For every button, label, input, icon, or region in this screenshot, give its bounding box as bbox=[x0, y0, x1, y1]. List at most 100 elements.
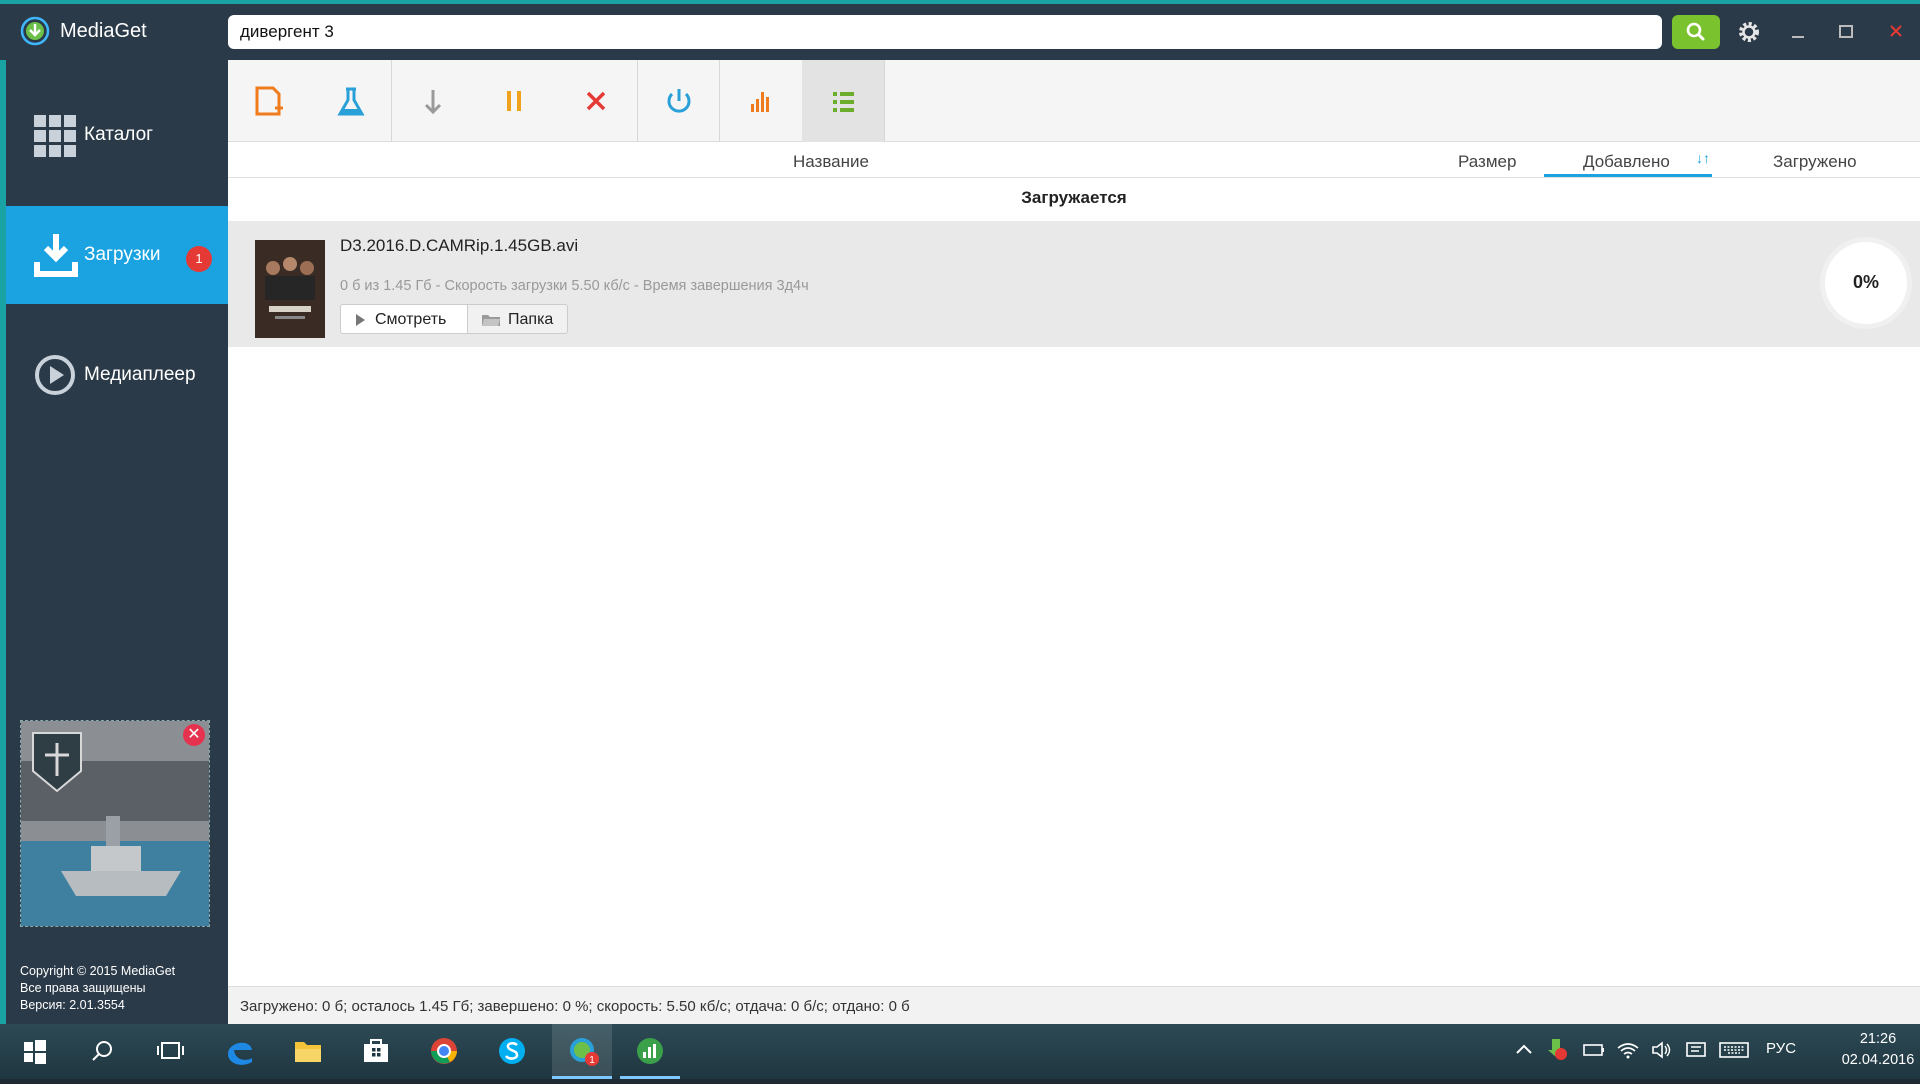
download-icon bbox=[34, 234, 78, 277]
store-icon bbox=[364, 1039, 388, 1062]
arrow-down-icon bbox=[424, 90, 442, 115]
taskbar-chrome[interactable] bbox=[414, 1024, 474, 1079]
sidebar-item-mediaplayer[interactable]: Медиаплеер bbox=[6, 326, 228, 424]
column-added[interactable]: Добавлено bbox=[1583, 152, 1670, 172]
maximize-button[interactable] bbox=[1826, 15, 1866, 49]
taskbar-store[interactable] bbox=[346, 1024, 406, 1079]
status-bar-text: Загружено: 0 б; осталось 1.45 Гб; заверш… bbox=[240, 998, 910, 1015]
minimize-icon bbox=[1792, 36, 1804, 38]
warship-ad-image bbox=[21, 721, 209, 926]
close-ad-button[interactable]: ✕ bbox=[183, 724, 205, 746]
edge-browser-icon bbox=[228, 1042, 252, 1065]
close-icon bbox=[1890, 25, 1902, 37]
app-title: MediaGet bbox=[60, 20, 147, 42]
column-loaded[interactable]: Загружено bbox=[1773, 152, 1857, 172]
copyright-info: Copyright © 2015 MediaGet Все права защи… bbox=[20, 963, 175, 1014]
rights-line: Все права защищены bbox=[20, 981, 146, 995]
list-view-button[interactable] bbox=[802, 60, 884, 142]
start-download-button[interactable] bbox=[392, 60, 474, 142]
mediaget-logo-icon bbox=[20, 16, 50, 46]
volume-icon[interactable] bbox=[1650, 1040, 1674, 1060]
list-icon bbox=[833, 92, 854, 112]
battery-icon[interactable] bbox=[1582, 1040, 1606, 1060]
taskbar-badge: 1 bbox=[589, 1055, 595, 1066]
pause-button[interactable] bbox=[473, 60, 555, 142]
maximize-icon bbox=[1839, 25, 1853, 38]
sidebar-item-label: Медиаплеер bbox=[84, 364, 196, 385]
watch-button-label: Смотреть bbox=[375, 311, 447, 328]
taskbar-search-button[interactable] bbox=[72, 1024, 132, 1079]
input-language[interactable]: РУС bbox=[1766, 1040, 1796, 1057]
column-header: Название Размер Добавлено ↓↑ Загружено bbox=[228, 142, 1920, 178]
watch-button[interactable]: Смотреть bbox=[340, 304, 468, 334]
skype-icon bbox=[499, 1038, 525, 1064]
version-line: Версия: 2.01.3554 bbox=[20, 998, 125, 1012]
progress-percent: 0% bbox=[1852, 272, 1879, 292]
download-file-name: D3.2016.D.CAMRip.1.45GB.avi bbox=[340, 236, 579, 255]
mediaget-icon: 1 bbox=[570, 1038, 599, 1066]
folder-icon bbox=[295, 1042, 321, 1062]
power-icon bbox=[667, 89, 691, 113]
search-icon bbox=[92, 1041, 112, 1061]
sidebar-item-catalog[interactable]: Каталог bbox=[6, 86, 228, 184]
status-bar: Загружено: 0 б; осталось 1.45 Гб; заверш… bbox=[228, 986, 1920, 1024]
mediaget-tray-icon[interactable] bbox=[1546, 1036, 1570, 1062]
download-status-text: 0 б из 1.45 Гб - Скорость загрузки 5.50 … bbox=[340, 278, 809, 294]
experimental-button[interactable] bbox=[310, 60, 392, 142]
add-file-icon bbox=[255, 86, 283, 116]
task-view-icon bbox=[157, 1042, 184, 1059]
chart-icon bbox=[751, 92, 769, 112]
grid-icon bbox=[34, 115, 76, 157]
wifi-icon[interactable] bbox=[1616, 1040, 1640, 1060]
toolbar-divider bbox=[884, 60, 885, 142]
gear-icon bbox=[1739, 22, 1759, 42]
open-folder-button[interactable]: Папка bbox=[467, 304, 568, 334]
active-sort-underline bbox=[1544, 174, 1712, 177]
movie-poster-thumbnail bbox=[255, 240, 325, 338]
bar-chart-app-icon bbox=[637, 1038, 663, 1064]
downloads-count-badge: 1 bbox=[186, 246, 212, 272]
taskbar-edge[interactable] bbox=[210, 1024, 270, 1079]
clock-time: 21:26 bbox=[1859, 1031, 1897, 1047]
show-hidden-icons-icon[interactable] bbox=[1514, 1040, 1534, 1060]
shutdown-button[interactable] bbox=[638, 60, 720, 142]
group-title: Загружается bbox=[1021, 188, 1127, 207]
column-size[interactable]: Размер bbox=[1458, 152, 1516, 172]
flask-icon bbox=[337, 87, 365, 116]
speed-chart-button[interactable] bbox=[720, 60, 802, 142]
minimize-button[interactable] bbox=[1778, 15, 1818, 49]
start-button[interactable] bbox=[4, 1024, 64, 1079]
close-icon: ✕ bbox=[187, 726, 201, 743]
copyright-line: Copyright © 2015 MediaGet bbox=[20, 964, 176, 978]
taskbar-monitor-app[interactable] bbox=[620, 1024, 680, 1079]
add-torrent-button[interactable] bbox=[228, 60, 310, 142]
taskbar-file-explorer[interactable] bbox=[278, 1024, 338, 1079]
delete-icon bbox=[586, 91, 606, 111]
windows-logo-icon bbox=[24, 1040, 46, 1064]
sidebar-item-label: Загрузки bbox=[84, 244, 161, 265]
clock[interactable]: 21:26 02.04.2016 bbox=[1840, 1029, 1916, 1071]
delete-button[interactable] bbox=[555, 60, 637, 142]
chrome-icon bbox=[431, 1038, 457, 1064]
folder-icon bbox=[482, 315, 500, 326]
folder-button-label: Папка bbox=[508, 311, 554, 328]
search-input[interactable] bbox=[228, 15, 1662, 49]
pause-icon bbox=[507, 91, 521, 111]
sort-icon[interactable]: ↓↑ bbox=[1696, 150, 1710, 166]
play-icon bbox=[356, 314, 365, 326]
close-window-button[interactable] bbox=[1876, 15, 1916, 49]
clock-date: 02.04.2016 bbox=[1841, 1052, 1915, 1068]
search-button[interactable] bbox=[1672, 15, 1720, 49]
keyboard-icon[interactable] bbox=[1718, 1040, 1750, 1060]
poster-image bbox=[255, 240, 325, 338]
search-icon bbox=[1686, 22, 1705, 41]
column-name[interactable]: Название bbox=[793, 152, 869, 172]
taskbar-skype[interactable] bbox=[482, 1024, 542, 1079]
sidebar-item-label: Каталог bbox=[84, 124, 154, 145]
taskbar-mediaget[interactable]: 1 bbox=[552, 1024, 612, 1079]
ad-banner[interactable] bbox=[20, 720, 210, 927]
play-circle-icon bbox=[35, 355, 75, 395]
notifications-icon[interactable] bbox=[1684, 1040, 1708, 1060]
task-view-button[interactable] bbox=[140, 1024, 200, 1079]
settings-button[interactable] bbox=[1732, 15, 1766, 49]
